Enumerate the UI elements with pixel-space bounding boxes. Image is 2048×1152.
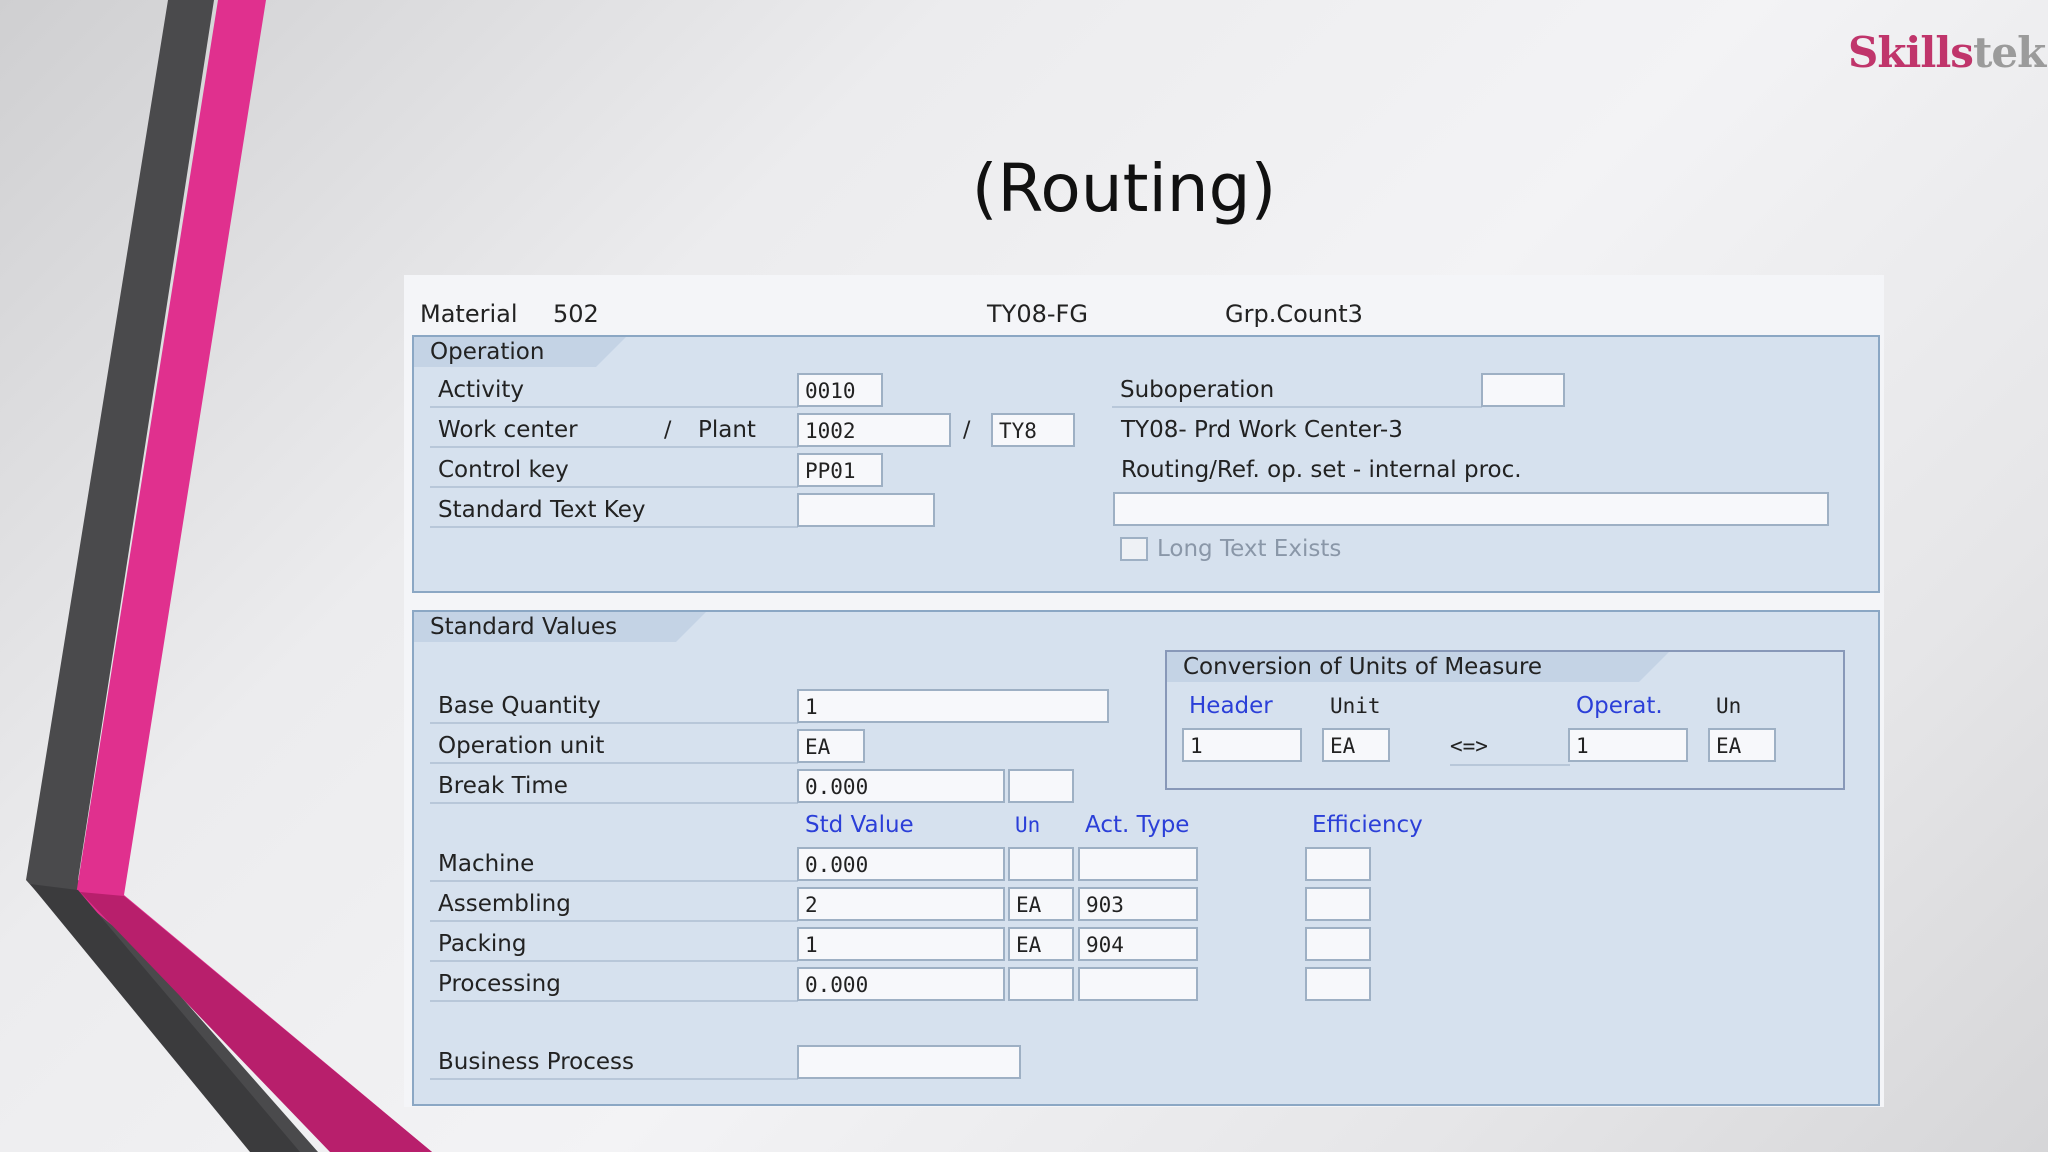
business-process-label: Business Process	[430, 1044, 798, 1080]
unit-field[interactable]	[1008, 967, 1074, 1001]
break-time-unit-field[interactable]	[1008, 769, 1074, 803]
group-counter: Grp.Count3	[1225, 300, 1363, 328]
conv-operat-label: Operat.	[1576, 693, 1663, 719]
base-quantity-label: Base Quantity	[430, 688, 798, 724]
brand-logo: Skillstek	[1848, 28, 2046, 77]
plant-field[interactable]: TY8	[991, 413, 1075, 447]
conv-unit-label: Unit	[1330, 694, 1381, 718]
std-text-key-label: Standard Text Key	[430, 492, 798, 528]
conversion-tab: Conversion of Units of Measure	[1167, 652, 1669, 682]
plant-label: Plant	[690, 412, 798, 448]
row-label: Assembling	[430, 886, 798, 922]
operation-unit-label: Operation unit	[430, 728, 798, 764]
conv-un-label: Un	[1716, 694, 1742, 718]
suboperation-label: Suboperation	[1112, 372, 1482, 408]
control-key-description: Routing/Ref. op. set - internal proc.	[1121, 457, 1522, 483]
conv-header-unit-field[interactable]: EA	[1322, 728, 1390, 762]
standard-values-tab: Standard Values	[414, 612, 706, 642]
std-text-key-field[interactable]	[797, 493, 935, 527]
work-center-label: Work center	[430, 412, 690, 448]
unit-field[interactable]: EA	[1008, 887, 1074, 921]
row-label: Processing	[430, 966, 798, 1002]
separator-slash: /	[963, 418, 971, 443]
conv-operat-unit-field[interactable]: EA	[1708, 728, 1776, 762]
std-value-field[interactable]: 1	[797, 927, 1005, 961]
long-text-label: Long Text Exists	[1157, 536, 1342, 562]
material-value: 502	[553, 300, 599, 328]
separator-slash: /	[664, 418, 672, 443]
efficiency-field[interactable]	[1305, 887, 1371, 921]
base-quantity-field[interactable]: 1	[797, 689, 1109, 723]
activity-type-field[interactable]: 904	[1078, 927, 1198, 961]
std-value-field[interactable]: 0.000	[797, 847, 1005, 881]
activity-type-field[interactable]: 903	[1078, 887, 1198, 921]
control-key-field[interactable]: PP01	[797, 453, 883, 487]
work-center-field[interactable]: 1002	[797, 413, 951, 447]
brand-logo-part1: Skills	[1848, 28, 1974, 77]
activity-label: Activity	[430, 372, 798, 408]
efficiency-field[interactable]	[1305, 967, 1371, 1001]
efficiency-field[interactable]	[1305, 927, 1371, 961]
group-value: TY08-FG	[987, 300, 1088, 328]
slide-title: (Routing)	[971, 150, 1277, 227]
col-act-type: Act. Type	[1085, 812, 1190, 838]
unit-field[interactable]	[1008, 847, 1074, 881]
break-time-field[interactable]: 0.000	[797, 769, 1005, 803]
business-process-field[interactable]	[797, 1045, 1021, 1079]
operation-unit-field[interactable]: EA	[797, 729, 865, 763]
activity-type-field[interactable]	[1078, 967, 1198, 1001]
conv-arrow: <=>	[1450, 728, 1570, 766]
long-text-checkbox[interactable]	[1120, 537, 1148, 561]
row-label: Machine	[430, 846, 798, 882]
std-value-field[interactable]: 0.000	[797, 967, 1005, 1001]
operation-description-field[interactable]	[1113, 492, 1829, 526]
conv-header-field[interactable]: 1	[1182, 728, 1302, 762]
row-label: Packing	[430, 926, 798, 962]
efficiency-field[interactable]	[1305, 847, 1371, 881]
std-value-field[interactable]: 2	[797, 887, 1005, 921]
unit-field[interactable]: EA	[1008, 927, 1074, 961]
activity-field[interactable]: 0010	[797, 373, 883, 407]
conv-operat-field[interactable]: 1	[1568, 728, 1688, 762]
brand-logo-part2: tek	[1972, 28, 2046, 77]
operation-tab: Operation	[414, 337, 626, 367]
control-key-label: Control key	[430, 452, 798, 488]
col-std-value: Std Value	[805, 812, 914, 838]
suboperation-field[interactable]	[1481, 373, 1565, 407]
material-label: Material	[420, 300, 518, 328]
col-un: Un	[1015, 813, 1041, 837]
activity-type-field[interactable]	[1078, 847, 1198, 881]
conv-header-label: Header	[1189, 693, 1273, 719]
break-time-label: Break Time	[430, 768, 798, 804]
col-efficiency: Efficiency	[1312, 812, 1423, 838]
work-center-description: TY08- Prd Work Center-3	[1121, 417, 1403, 443]
